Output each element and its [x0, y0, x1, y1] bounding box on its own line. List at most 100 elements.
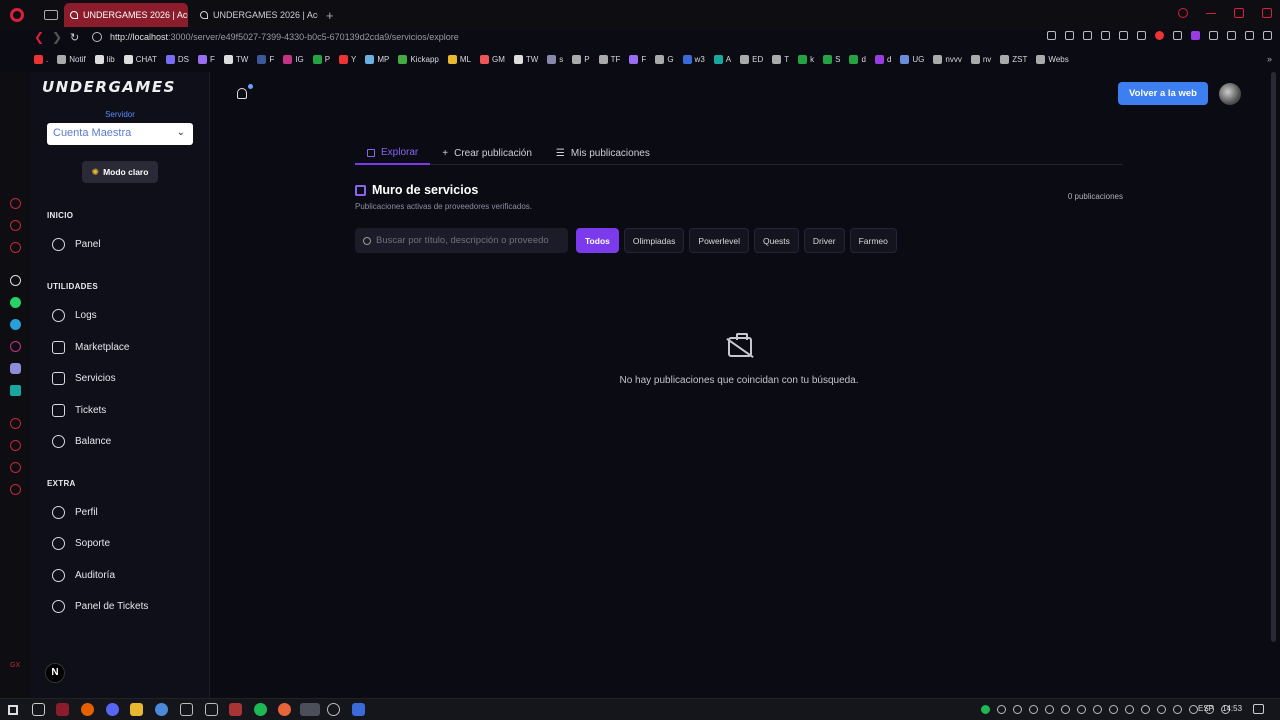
- bookmark-item[interactable]: lib: [94, 54, 115, 64]
- avatar[interactable]: [1219, 83, 1241, 105]
- extension-twitch-icon[interactable]: [1191, 31, 1200, 40]
- workspaces-icon[interactable]: [44, 10, 58, 20]
- display-tray-icon[interactable]: [1125, 705, 1134, 714]
- bookmark-item[interactable]: S: [823, 54, 840, 64]
- discord-taskbar-icon[interactable]: [106, 703, 119, 716]
- nvidia-tray-icon[interactable]: [997, 705, 1006, 714]
- server-select[interactable]: Cuenta Maestra ⌄: [47, 123, 193, 145]
- bookmark-item[interactable]: TW: [223, 54, 248, 64]
- search-input[interactable]: [376, 235, 561, 246]
- instagram-icon[interactable]: [10, 341, 21, 352]
- filter-todos[interactable]: Todos: [576, 228, 619, 253]
- history-icon[interactable]: [10, 440, 21, 451]
- browser-tab-active[interactable]: UNDERGAMES 2026 | Acc: [64, 3, 188, 27]
- twitch-icon[interactable]: [10, 242, 21, 253]
- bookmark-item[interactable]: T: [772, 54, 789, 64]
- terminal-taskbar-icon[interactable]: [180, 703, 193, 716]
- bookmark-item[interactable]: nv: [970, 54, 991, 64]
- bookmark-item[interactable]: ML: [447, 54, 471, 64]
- close-tray-icon[interactable]: [1189, 705, 1198, 714]
- tab-mis-publicaciones[interactable]: ☰ Mis publicaciones: [544, 142, 662, 165]
- bookmark-item[interactable]: Webs: [1036, 54, 1069, 64]
- site-info-icon[interactable]: [92, 32, 102, 42]
- player-icon[interactable]: [10, 418, 21, 429]
- settings-taskbar-icon[interactable]: [327, 703, 340, 716]
- notification-center-icon[interactable]: [1253, 704, 1264, 714]
- telegram-icon[interactable]: [10, 319, 21, 330]
- bookmark-item[interactable]: Kickapp: [398, 54, 439, 64]
- volume-tray-icon[interactable]: [1141, 705, 1150, 714]
- gx-corner-icon[interactable]: [10, 198, 21, 209]
- bookmark-item[interactable]: F: [257, 54, 274, 64]
- bookmark-item[interactable]: G: [655, 54, 674, 64]
- scrollbar[interactable]: [1271, 72, 1276, 642]
- bookmark-item[interactable]: IG: [283, 54, 304, 64]
- tab-crear-publicacion[interactable]: + Crear publicación: [430, 142, 544, 165]
- extension-abp-icon[interactable]: [1155, 31, 1164, 40]
- spotify-tray-icon[interactable]: [981, 705, 990, 714]
- bookmark-item[interactable]: k: [798, 54, 814, 64]
- adblock-icon[interactable]: [1083, 31, 1092, 40]
- bookmark-item[interactable]: ZST: [1000, 54, 1027, 64]
- app-icon[interactable]: [10, 385, 21, 396]
- back-to-web-button[interactable]: Volver a la web: [1118, 82, 1208, 105]
- sidebar-item-tickets[interactable]: Tickets: [52, 402, 106, 418]
- download-icon[interactable]: [1245, 31, 1254, 40]
- filter-olimpiadas[interactable]: Olimpiadas: [623, 228, 685, 253]
- sidebar-item-perfil[interactable]: Perfil: [52, 504, 98, 520]
- cube-icon[interactable]: [1101, 31, 1110, 40]
- tab-search-icon[interactable]: [1178, 8, 1188, 18]
- notifications-bell-icon[interactable]: [237, 88, 247, 99]
- app2-taskbar-icon[interactable]: [278, 703, 291, 716]
- whatsapp-icon[interactable]: [10, 297, 21, 308]
- sidebar-item-auditoria[interactable]: Auditoría: [52, 567, 115, 583]
- filter-powerlevel[interactable]: Powerlevel: [689, 228, 749, 253]
- sidebar-item-balance[interactable]: Balance: [52, 433, 111, 449]
- bookmark-item[interactable]: CHAT: [123, 54, 157, 64]
- bookmark-item[interactable]: nvvv: [933, 54, 962, 64]
- extension-refresh-icon[interactable]: [1173, 31, 1182, 40]
- heart-tray-icon[interactable]: [1173, 705, 1182, 714]
- extension-puzzle-icon[interactable]: [1209, 31, 1218, 40]
- sidebar-item-logs[interactable]: Logs: [52, 307, 97, 323]
- heart-icon[interactable]: [1137, 31, 1146, 40]
- browser-tab[interactable]: UNDERGAMES 2026 | Acc: [194, 3, 318, 27]
- filter-farmeo[interactable]: Farmeo: [849, 228, 897, 253]
- logo[interactable]: UNDERGAMES: [42, 78, 176, 96]
- play-icon[interactable]: [1119, 31, 1128, 40]
- sidebar-item-panel[interactable]: Panel: [52, 236, 101, 252]
- bookmark-item[interactable]: GM: [479, 54, 505, 64]
- pin-icon[interactable]: [1047, 31, 1056, 40]
- opera-gx-taskbar-icon[interactable]: [56, 703, 69, 716]
- bookmark-item[interactable]: Y: [339, 54, 356, 64]
- bookmark-item[interactable]: MP: [365, 54, 389, 64]
- clock[interactable]: 14:53: [1222, 704, 1242, 713]
- bookmark-item[interactable]: d: [874, 54, 891, 64]
- bag-icon[interactable]: [10, 220, 21, 231]
- bookmark-item[interactable]: A: [713, 54, 731, 64]
- minimize-button[interactable]: [1206, 13, 1216, 14]
- app-tray-icon[interactable]: [1045, 705, 1054, 714]
- spotify-taskbar-icon[interactable]: [254, 703, 267, 716]
- url-field[interactable]: http://localhost:3000/server/e49f5027-73…: [110, 32, 459, 42]
- bookmark-item[interactable]: w3: [682, 54, 705, 64]
- app-taskbar-icon[interactable]: [155, 703, 168, 716]
- menu-icon[interactable]: [1263, 31, 1272, 40]
- chrome-tray-icon[interactable]: [1029, 705, 1038, 714]
- back-icon[interactable]: ❮: [34, 30, 52, 44]
- chatgpt-icon[interactable]: [10, 275, 21, 286]
- explorer-taskbar-icon[interactable]: [130, 703, 143, 716]
- language-indicator[interactable]: ESP: [1198, 704, 1214, 713]
- mic-tray-icon[interactable]: [1077, 705, 1086, 714]
- bookmark-item[interactable]: P: [312, 54, 330, 64]
- start-icon[interactable]: [8, 705, 18, 715]
- bookmark-item[interactable]: P: [572, 54, 590, 64]
- extensions-icon[interactable]: [10, 462, 21, 473]
- bookmark-item[interactable]: TW: [513, 54, 538, 64]
- app3-taskbar-icon[interactable]: [352, 703, 365, 716]
- sidebar-item-marketplace[interactable]: Marketplace: [52, 339, 129, 355]
- firefox-taskbar-icon[interactable]: [81, 703, 94, 716]
- nextjs-dev-badge[interactable]: N: [45, 663, 65, 683]
- opera-logo-icon[interactable]: [10, 8, 24, 22]
- filter-driver[interactable]: Driver: [803, 228, 845, 253]
